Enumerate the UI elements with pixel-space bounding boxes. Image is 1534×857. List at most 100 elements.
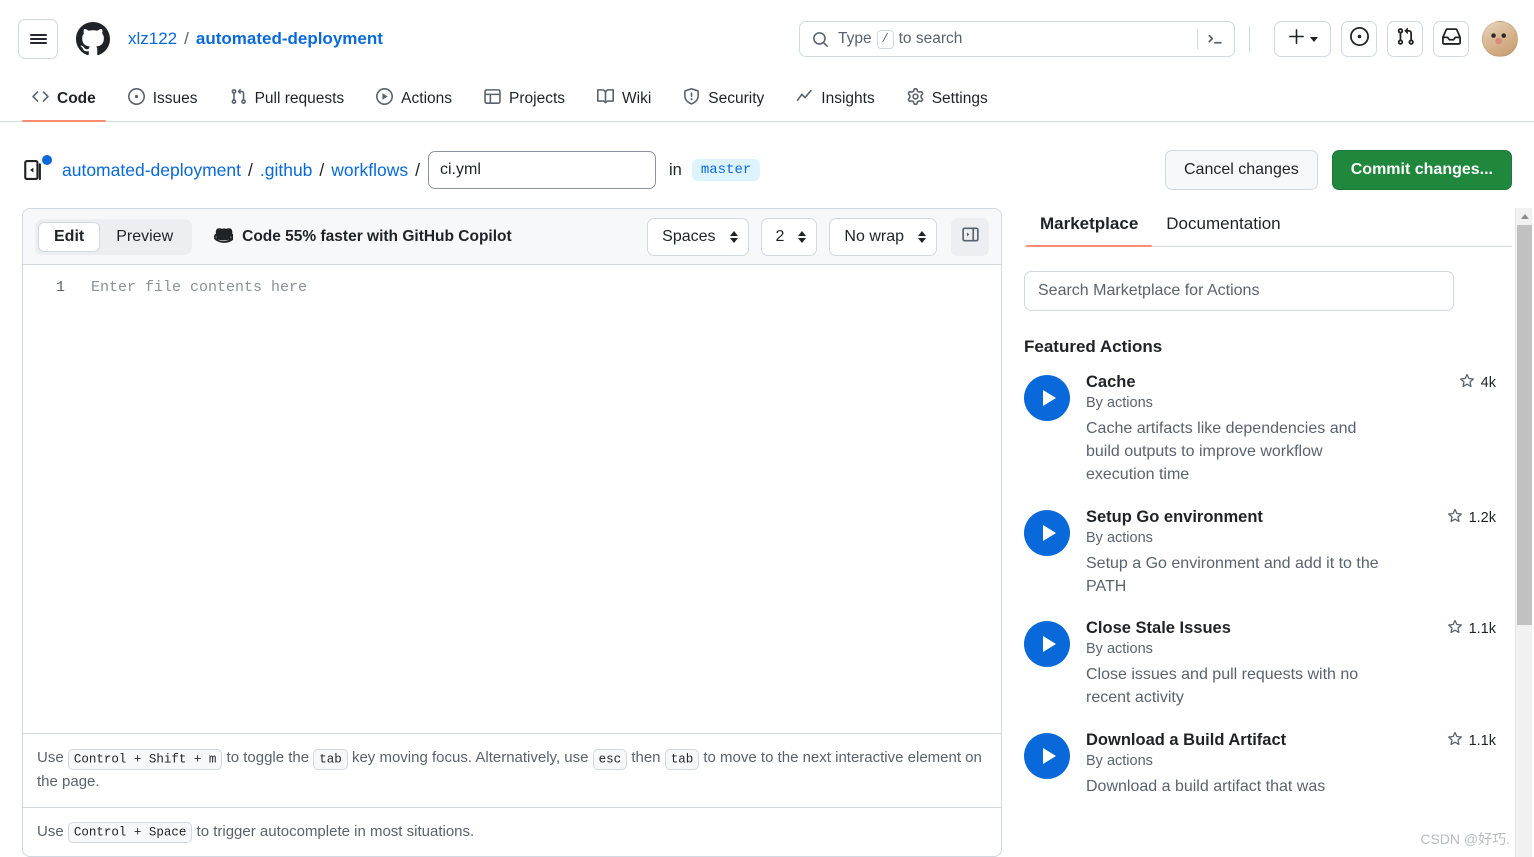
nav-item-insights[interactable]: Insights xyxy=(786,88,884,121)
play-icon xyxy=(376,88,394,110)
path-crumb-workflows[interactable]: workflows xyxy=(331,160,408,181)
nav-item-label: Pull requests xyxy=(254,90,345,107)
action-body: Setup Go environment 1.2k By actions Set… xyxy=(1086,508,1512,599)
status-badge: 1.1k xyxy=(1447,619,1512,639)
status-badge: 1.1k xyxy=(1447,731,1512,751)
action-play-icon xyxy=(1024,733,1070,780)
hint-text-1d: then xyxy=(627,749,665,767)
tab-edit[interactable]: Edit xyxy=(38,221,101,252)
action-play-icon xyxy=(1024,621,1070,668)
star-count: 1.1k xyxy=(1468,621,1496,638)
table-icon xyxy=(484,88,501,110)
status-badge: 4k xyxy=(1459,373,1512,393)
marketplace-tabs: Marketplace Documentation xyxy=(1024,208,1512,247)
code-icon xyxy=(32,88,49,110)
action-title[interactable]: Cache xyxy=(1086,373,1136,392)
action-author: By actions xyxy=(1086,753,1153,770)
path-crumb-repo[interactable]: automated-deployment xyxy=(62,160,241,181)
path-separator: / xyxy=(248,159,253,180)
nav-item-actions[interactable]: Actions xyxy=(366,88,462,121)
copilot-icon xyxy=(214,225,235,249)
breadcrumb-owner[interactable]: xlz122 xyxy=(128,29,177,49)
branch-badge: master xyxy=(691,159,761,181)
tab-preview[interactable]: Preview xyxy=(100,222,189,252)
indent-mode-value: Spaces xyxy=(662,227,716,245)
path-crumb-github[interactable]: .github xyxy=(260,160,313,181)
copilot-promo[interactable]: Code 55% faster with GitHub Copilot xyxy=(214,225,512,249)
scrollbar-up-arrow-icon[interactable] xyxy=(1516,208,1533,225)
action-author: By actions xyxy=(1086,395,1153,411)
book-icon xyxy=(597,88,615,110)
notifications-button[interactable] xyxy=(1433,21,1469,57)
indent-mode-select[interactable]: Spaces xyxy=(647,217,749,256)
nav-item-label: Insights xyxy=(821,90,875,107)
commit-changes-button[interactable]: Commit changes... xyxy=(1331,150,1512,190)
breadcrumb-repo[interactable]: automated-deployment xyxy=(196,29,383,49)
tab-documentation[interactable]: Documentation xyxy=(1152,208,1294,246)
select-caret-icon xyxy=(798,230,807,243)
action-title[interactable]: Download a Build Artifact xyxy=(1086,731,1286,750)
list-item[interactable]: Setup Go environment 1.2k By actions Set… xyxy=(1024,508,1512,599)
star-icon xyxy=(1447,619,1463,639)
nav-item-security[interactable]: Security xyxy=(673,88,774,121)
code-placeholder: Enter file contents here xyxy=(91,279,308,296)
nav-item-issues[interactable]: Issues xyxy=(118,88,208,121)
hint-text-1a: Use xyxy=(37,749,68,767)
create-new-button[interactable] xyxy=(1274,21,1331,57)
nav-item-settings[interactable]: Settings xyxy=(897,88,998,121)
action-title[interactable]: Setup Go environment xyxy=(1086,508,1263,527)
list-item[interactable]: Cache 4k By actions Cache artifacts like… xyxy=(1024,373,1512,487)
action-header: Download a Build Artifact 1.1k xyxy=(1086,731,1512,751)
github-logo-icon[interactable] xyxy=(76,22,110,56)
nav-item-projects[interactable]: Projects xyxy=(474,88,575,121)
pull-requests-button[interactable] xyxy=(1387,21,1423,57)
copilot-promo-text: Code 55% faster with GitHub Copilot xyxy=(242,227,512,245)
kbd-esc: esc xyxy=(592,748,628,770)
action-title[interactable]: Close Stale Issues xyxy=(1086,619,1231,638)
issues-button[interactable] xyxy=(1341,21,1377,57)
action-description: Cache artifacts like dependencies and bu… xyxy=(1086,420,1357,483)
main-content: Edit Preview Code 55% faster with GitHub… xyxy=(0,196,1534,857)
action-description: Close issues and pull requests with no r… xyxy=(1086,666,1359,707)
star-count: 4k xyxy=(1480,375,1496,391)
sidebar-toggle-button[interactable] xyxy=(951,217,989,256)
nav-item-pull-requests[interactable]: Pull requests xyxy=(220,88,355,121)
code-editor-area[interactable]: 1 Enter file contents here xyxy=(23,265,1001,734)
plus-icon xyxy=(1288,28,1305,50)
global-search-input[interactable]: Type / to search xyxy=(799,21,1235,57)
chevron-down-icon xyxy=(1309,36,1318,42)
cancel-changes-button[interactable]: Cancel changes xyxy=(1165,150,1318,190)
list-item[interactable]: Close Stale Issues 1.1k By actions Close… xyxy=(1024,619,1512,710)
marketplace-search-input[interactable] xyxy=(1024,271,1454,311)
marketplace-scrollbar[interactable] xyxy=(1515,208,1532,857)
edit-preview-tabs: Edit Preview xyxy=(35,218,193,255)
nav-item-label: Code xyxy=(57,90,96,107)
list-item[interactable]: Download a Build Artifact 1.1k By action… xyxy=(1024,731,1512,799)
kbd-tab-2: tab xyxy=(664,748,700,770)
indent-size-select[interactable]: 2 xyxy=(760,217,818,256)
filename-input[interactable] xyxy=(428,151,656,189)
terminal-icon[interactable] xyxy=(1206,30,1225,49)
line-number-gutter: 1 xyxy=(23,265,75,733)
hint-text-2a: Use xyxy=(37,822,68,840)
action-body: Cache 4k By actions Cache artifacts like… xyxy=(1086,373,1512,487)
inbox-icon xyxy=(1441,27,1461,51)
nav-item-label: Projects xyxy=(509,90,566,107)
file-path-breadcrumb: automated-deployment / .github / workflo… xyxy=(62,160,420,181)
git-pull-request-icon xyxy=(230,88,247,110)
scrollbar-thumb[interactable] xyxy=(1517,225,1532,625)
action-body: Close Stale Issues 1.1k By actions Close… xyxy=(1086,619,1512,710)
action-play-icon xyxy=(1024,375,1070,421)
gear-icon xyxy=(907,88,924,110)
avatar[interactable] xyxy=(1482,21,1518,57)
hamburger-icon xyxy=(29,32,47,47)
wrap-mode-select[interactable]: No wrap xyxy=(829,217,937,256)
tab-marketplace[interactable]: Marketplace xyxy=(1026,208,1153,247)
featured-actions-list: Cache 4k By actions Cache artifacts like… xyxy=(1024,373,1512,799)
hamburger-menu-button[interactable] xyxy=(18,19,58,59)
marketplace-sidebar: Marketplace Documentation Featured Actio… xyxy=(1024,208,1534,857)
editor-hint-tab-focus: Use Control + Shift + m to toggle the ta… xyxy=(23,733,1001,807)
nav-item-wiki[interactable]: Wiki xyxy=(587,88,661,121)
nav-item-code[interactable]: Code xyxy=(22,88,106,122)
nav-item-label: Settings xyxy=(931,90,988,107)
